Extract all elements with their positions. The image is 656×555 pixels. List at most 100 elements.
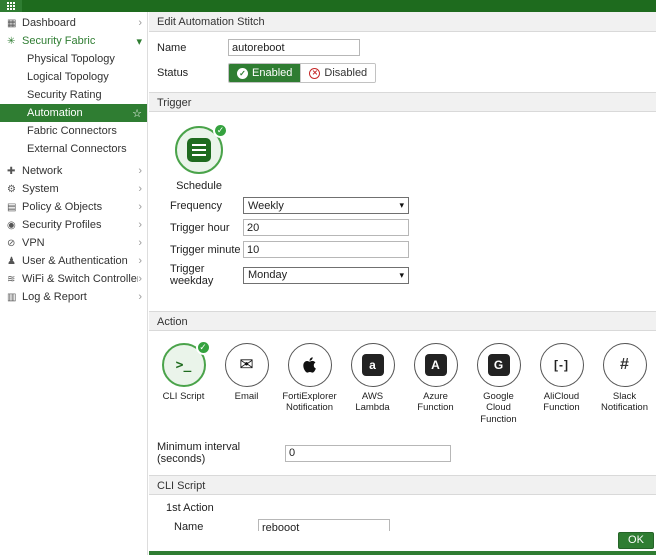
vpn-icon: ⊘ <box>7 238 22 249</box>
security-fabric-icon: ✳ <box>7 36 22 47</box>
action-option-email[interactable]: ✉ Email <box>218 343 275 425</box>
status-enabled-button[interactable]: ✓ Enabled <box>229 64 300 82</box>
sidebar-item-dashboard[interactable]: ▦ Dashboard › <box>0 14 147 32</box>
sidebar-item-security-rating[interactable]: Security Rating <box>0 86 147 104</box>
top-bar <box>0 0 656 12</box>
shield-icon: ◉ <box>7 220 22 231</box>
sidebar-item-label: Logical Topology <box>27 71 142 83</box>
selected-check-badge: ✓ <box>213 123 228 138</box>
action-option-aws-lambda[interactable]: a AWS Lambda <box>344 343 401 425</box>
chevron-right-icon: › <box>138 255 142 267</box>
envelope-icon: ✉ <box>239 355 253 375</box>
sidebar-item-policy-objects[interactable]: ▤ Policy & Objects › <box>0 198 147 216</box>
trigger-minute-label: Trigger minute <box>170 244 243 256</box>
chevron-right-icon: › <box>138 17 142 29</box>
sidebar-item-label: Security Rating <box>27 89 142 101</box>
chevron-down-icon: ▾ <box>399 200 404 211</box>
sidebar-item-automation[interactable]: Automation ☆ <box>0 104 147 122</box>
gear-icon: ⚙ <box>7 184 22 195</box>
schedule-circle[interactable]: ✓ <box>175 126 223 174</box>
check-circle-icon: ✓ <box>237 68 248 79</box>
sidebar-item-vpn[interactable]: ⊘ VPN › <box>0 234 147 252</box>
sidebar-item-label: WiFi & Switch Controller <box>22 273 138 285</box>
apple-icon <box>301 356 319 374</box>
chart-icon: ▥ <box>7 292 22 303</box>
policy-objects-icon: ▤ <box>7 202 22 213</box>
first-action-label: 1st Action <box>166 502 656 514</box>
sidebar-item-security-profiles[interactable]: ◉ Security Profiles › <box>0 216 147 234</box>
chevron-right-icon: › <box>138 291 142 303</box>
app-window: ▦ Dashboard › ✳ Security Fabric ▾ Physic… <box>0 0 656 555</box>
trigger-weekday-value: Monday <box>248 269 287 281</box>
sidebar-item-wifi-switch-controller[interactable]: ≋ WiFi & Switch Controller › <box>0 270 147 288</box>
trigger-minute-input[interactable] <box>243 241 409 258</box>
sidebar-item-label: External Connectors <box>27 143 142 155</box>
trigger-hour-input[interactable] <box>243 219 409 236</box>
x-circle-icon: ✕ <box>309 68 320 79</box>
sidebar-item-logical-topology[interactable]: Logical Topology <box>0 68 147 86</box>
trigger-section-header: Trigger <box>149 92 656 112</box>
sidebar-item-label: Physical Topology <box>27 53 142 65</box>
footer-bar: OK <box>149 531 656 555</box>
action-option-alicloud-function[interactable]: [-] AliCloud Function <box>533 343 590 425</box>
sidebar-item-label: Security Profiles <box>22 219 138 231</box>
trigger-option-schedule[interactable]: ✓ Schedule <box>163 126 235 192</box>
selected-check-badge: ✓ <box>196 340 211 355</box>
action-option-google-cloud-function[interactable]: G Google Cloud Function <box>470 343 527 425</box>
action-section-header: Action <box>149 311 656 331</box>
sidebar-item-label: Fabric Connectors <box>27 125 142 137</box>
chevron-right-icon: › <box>138 237 142 249</box>
apps-menu-button[interactable] <box>0 0 22 12</box>
status-disabled-button[interactable]: ✕ Disabled <box>300 64 375 82</box>
action-option-slack-notification[interactable]: # Slack Notification <box>596 343 653 425</box>
azure-icon: A <box>425 354 447 376</box>
name-input[interactable] <box>228 39 360 56</box>
min-interval-label: Minimum interval (seconds) <box>157 441 285 465</box>
sidebar-item-label: Network <box>22 165 138 177</box>
google-cloud-icon: G <box>488 354 510 376</box>
star-icon[interactable]: ☆ <box>132 107 142 120</box>
dashboard-icon: ▦ <box>7 18 22 29</box>
action-option-cli-script[interactable]: >_ ✓ CLI Script <box>155 343 212 425</box>
sidebar-item-label: Automation <box>27 107 132 119</box>
network-icon: ✚ <box>7 166 22 177</box>
chevron-right-icon: › <box>138 201 142 213</box>
sidebar-item-security-fabric[interactable]: ✳ Security Fabric ▾ <box>0 32 147 50</box>
chevron-right-icon: › <box>138 273 142 285</box>
chevron-down-icon: ▾ <box>136 35 142 48</box>
sidebar-nav: ▦ Dashboard › ✳ Security Fabric ▾ Physic… <box>0 12 148 555</box>
cli-script-section-header: CLI Script <box>149 475 656 495</box>
sidebar-item-log-report[interactable]: ▥ Log & Report › <box>0 288 147 306</box>
schedule-label: Schedule <box>163 180 235 192</box>
chevron-right-icon: › <box>138 183 142 195</box>
sidebar-item-system[interactable]: ⚙ System › <box>0 180 147 198</box>
action-option-fortiexplorer-notification[interactable]: FortiExplorer Notification <box>281 343 338 425</box>
sidebar-item-label: Log & Report <box>22 291 138 303</box>
sidebar-item-external-connectors[interactable]: External Connectors <box>0 140 147 158</box>
slack-icon: # <box>620 356 629 374</box>
disabled-label: Disabled <box>324 67 367 79</box>
name-label: Name <box>157 42 228 54</box>
user-icon: ♟ <box>7 256 22 267</box>
alicloud-icon: [-] <box>554 358 569 372</box>
page-title: Edit Automation Stitch <box>149 12 656 32</box>
status-label: Status <box>157 67 228 79</box>
frequency-value: Weekly <box>248 200 284 212</box>
min-interval-input[interactable] <box>285 445 451 462</box>
status-toggle: ✓ Enabled ✕ Disabled <box>228 63 376 83</box>
sidebar-item-user-authentication[interactable]: ♟ User & Authentication › <box>0 252 147 270</box>
sidebar-item-label: User & Authentication <box>22 255 138 267</box>
sidebar-item-physical-topology[interactable]: Physical Topology <box>0 50 147 68</box>
main-content: Edit Automation Stitch Name Status ✓ Ena… <box>149 12 656 555</box>
action-option-azure-function[interactable]: A Azure Function <box>407 343 464 425</box>
trigger-weekday-select[interactable]: Monday ▾ <box>243 267 409 284</box>
sidebar-item-network[interactable]: ✚ Network › <box>0 162 147 180</box>
frequency-label: Frequency <box>170 200 243 212</box>
apps-grid-icon <box>7 2 15 10</box>
ok-button[interactable]: OK <box>618 532 654 549</box>
sidebar-item-label: Security Fabric <box>22 35 136 47</box>
wifi-icon: ≋ <box>7 274 22 285</box>
chevron-down-icon: ▾ <box>399 270 404 281</box>
sidebar-item-fabric-connectors[interactable]: Fabric Connectors <box>0 122 147 140</box>
frequency-select[interactable]: Weekly ▾ <box>243 197 409 214</box>
